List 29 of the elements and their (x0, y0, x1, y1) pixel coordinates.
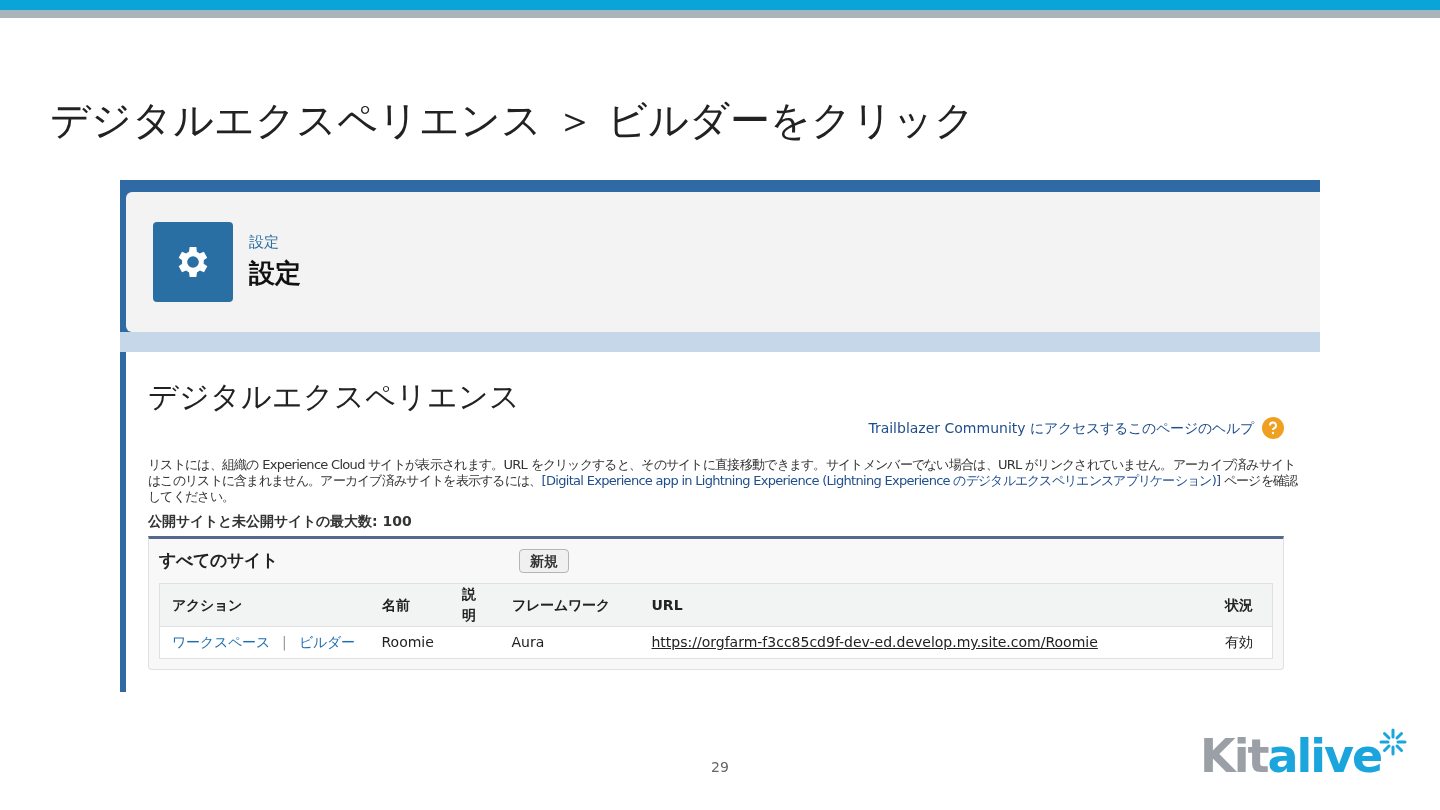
status-text: 有効 (1224, 634, 1253, 650)
framework-text: Aura (511, 634, 545, 650)
help-icon[interactable] (1262, 417, 1284, 439)
page-header-title: 設定 (249, 256, 301, 290)
new-button[interactable]: 新規 (519, 549, 569, 573)
action-link[interactable]: ビルダー (298, 634, 355, 650)
page-number: 29 (711, 758, 729, 777)
help-link[interactable]: Trailblazer Community にアクセスするこのページのヘルプ (868, 417, 1254, 439)
section-title: デジタルエクスペリエンス (148, 379, 520, 414)
description-link[interactable]: [Digital Experience app in Lightning Experience (Lightning Experience のデジタルエクスペリエンスアプリケーション)] (541, 473, 1221, 488)
settings-icon (153, 222, 233, 302)
breadcrumb-link[interactable]: 設定 (249, 231, 301, 254)
description-text: リストには、組織の Experience Cloud サイトが表示されます。URL をクリックすると、そのサイトに直接移動できます。サイトメンバーでない場合は、URL がリンクされていません。アーカイブ済みサイトはこのリストに含まれません。アーカイブ済みサイトを表示するには、[Digital Experience app in Lightning Experience (Lightning Experience のデジタルエクスペリエンスアプリケーション)] ページを確認してください。 (148, 457, 1298, 505)
column-header: 説明 (461, 586, 476, 623)
site-name: Roomie (381, 634, 434, 650)
logo-wordmark-accent: alive (1267, 728, 1382, 784)
action-link[interactable]: ワークスペース (172, 634, 270, 650)
slide-title: デジタルエクスペリエンス ＞ ビルダーをクリック (50, 96, 976, 145)
column-header: URL (651, 596, 683, 613)
separator: | (282, 634, 287, 650)
list-title: すべてのサイト (159, 549, 279, 573)
site-url-link[interactable]: https://orgfarm-f3cc85cd9f-dev-ed.develop.my.site.com/Roomie (651, 634, 1098, 650)
column-header: 状況 (1224, 596, 1253, 613)
column-header: フレームワーク (511, 596, 610, 613)
column-header: 名前 (381, 596, 410, 613)
asterisk-icon (1379, 728, 1408, 756)
column-header: アクション (172, 596, 242, 613)
logo-wordmark: Kit (1200, 728, 1268, 784)
max-sites-text: 公開サイトと未公開サイトの最大数: 100 (148, 512, 413, 531)
